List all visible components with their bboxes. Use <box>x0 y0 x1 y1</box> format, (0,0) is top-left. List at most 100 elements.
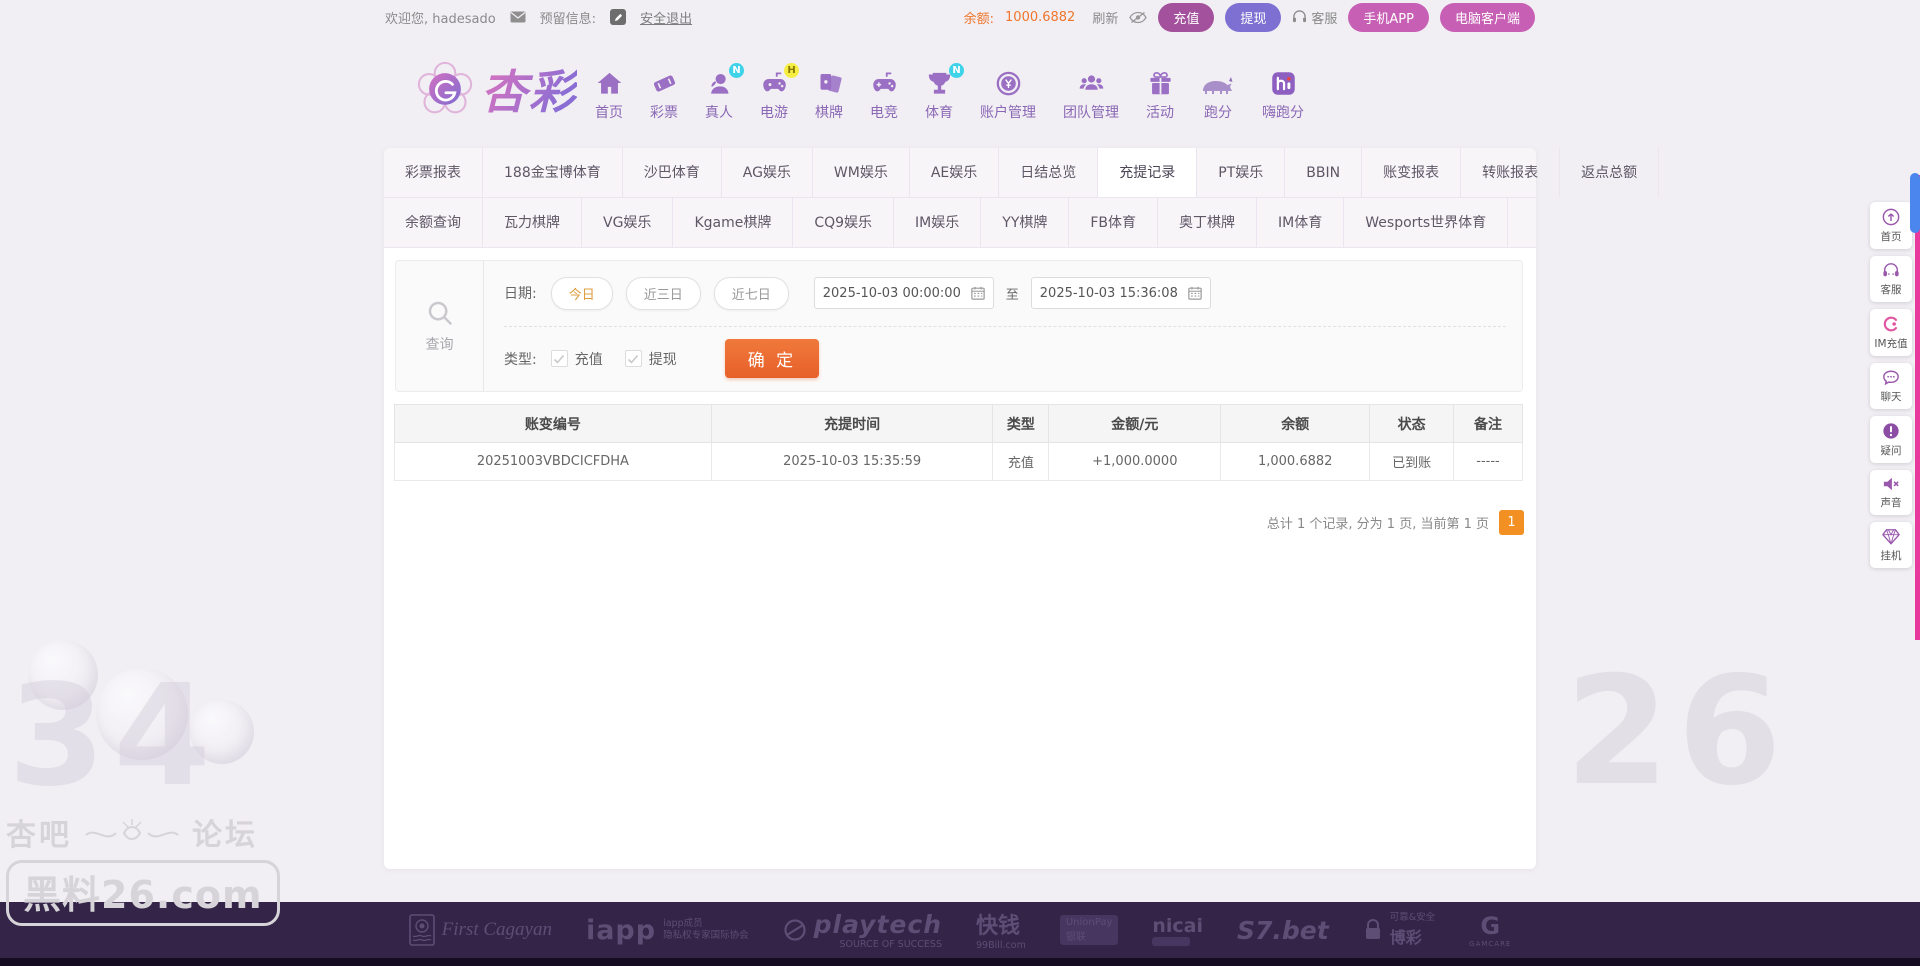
tab-ae[interactable]: AE娱乐 <box>910 148 1000 197</box>
tab-vg[interactable]: VG娱乐 <box>582 198 674 247</box>
table-row: 20251003VBDCICFDHA 2025-10-03 15:35:59 充… <box>394 442 1523 481</box>
type-label: 类型: <box>504 351 537 368</box>
tab-aoding-cards[interactable]: 奥丁棋牌 <box>1158 198 1258 247</box>
date-label: 日期: <box>504 286 537 303</box>
logout-link[interactable]: 安全退出 <box>640 8 692 27</box>
tab-shaba-sports[interactable]: 沙巴体育 <box>623 148 722 197</box>
refresh-link[interactable]: 刷新 <box>1092 8 1118 27</box>
query-label-text: 查询 <box>425 337 454 353</box>
pagination: 总计 1 个记录, 分为 1 页, 当前第 1 页 1 <box>1267 510 1524 535</box>
scrollbar-track[interactable] <box>1915 175 1920 640</box>
withdraw-checkbox-label[interactable]: 提现 <box>649 349 677 369</box>
calendar-icon[interactable] <box>1188 286 1202 300</box>
tab-rebate-total[interactable]: 返点总额 <box>1560 148 1660 197</box>
col-header-amount: 金额/元 <box>1048 404 1222 443</box>
unionpay-text: UnionPay <box>1065 917 1113 928</box>
tab-daily-summary[interactable]: 日结总览 <box>999 148 1099 197</box>
withdraw-checkbox[interactable] <box>624 350 642 368</box>
nav-item-live[interactable]: N 真人 <box>705 63 744 122</box>
tab-wesports[interactable]: Wesports世界体育 <box>1344 198 1509 247</box>
topbar: 欢迎您, hadesado 预留信息: 安全退出 余额: 1000.6882 刷… <box>385 0 1535 34</box>
nav-item-paofen[interactable]: 跑分 <box>1201 71 1235 122</box>
tab-balance-query[interactable]: 余额查询 <box>384 198 483 247</box>
nav-item-sports[interactable]: N 体育 <box>925 63 964 122</box>
site-logo[interactable]: 杏彩 <box>417 56 577 122</box>
pc-client-button[interactable]: 电脑客户端 <box>1439 2 1535 32</box>
tab-fb-sports[interactable]: FB体育 <box>1069 198 1159 247</box>
main-panel: 彩票报表 188金宝博体育 沙巴体育 AG娱乐 WM娱乐 AE娱乐 日结总览 充… <box>384 148 1660 869</box>
date-to-input[interactable]: 2025-10-03 15:36:08 <box>1030 277 1211 310</box>
nav-item-esports[interactable]: 电竞 <box>870 70 898 122</box>
live-person-icon <box>710 73 728 94</box>
deposit-checkbox[interactable] <box>550 350 568 368</box>
balance-value: 1000.6882 <box>1005 9 1076 25</box>
tab-cq9[interactable]: CQ9娱乐 <box>793 198 895 247</box>
col-header-time: 充提时间 <box>710 404 994 443</box>
tab-account-change-report[interactable]: 账变报表 <box>1362 148 1462 197</box>
sidebar-label: IM充值 <box>1874 338 1908 350</box>
tab-bbin[interactable]: BBIN <box>1285 148 1363 197</box>
cell-remark: ----- <box>1453 442 1523 481</box>
nav-item-promos[interactable]: 活动 <box>1146 70 1174 122</box>
nav-item-hi-paofen[interactable]: 嗨跑分 <box>1262 70 1304 122</box>
tabs-row-2: 余额查询 瓦力棋牌 VG娱乐 Kgame棋牌 CQ9娱乐 IM娱乐 YY棋牌 F… <box>384 198 1536 248</box>
deposit-checkbox-label[interactable]: 充值 <box>575 349 603 369</box>
tab-deposit-withdraw-records[interactable]: 充提记录 <box>1098 148 1198 197</box>
tab-transfer-report[interactable]: 转账报表 <box>1461 148 1561 197</box>
nav-item-account[interactable]: 账户管理 <box>980 70 1036 122</box>
team-icon <box>1079 75 1103 90</box>
tab-kgame[interactable]: Kgame棋牌 <box>673 198 794 247</box>
service-link[interactable]: 客服 <box>1292 8 1337 27</box>
withdraw-button[interactable]: 提现 <box>1225 2 1282 32</box>
nav-item-cards[interactable]: 棋牌 <box>815 70 843 122</box>
tab-188-sports[interactable]: 188金宝博体育 <box>483 148 623 197</box>
gamcare-g: G <box>1480 912 1501 940</box>
topbar-user-area: 欢迎您, hadesado 预留信息: 安全退出 <box>385 8 692 27</box>
sbet-logo: S7.bet <box>1237 916 1329 945</box>
sidebar-item-chat[interactable]: 聊天 <box>1870 363 1912 409</box>
hi-app-icon <box>1271 72 1295 95</box>
tab-wm[interactable]: WM娱乐 <box>813 148 910 197</box>
deposit-button[interactable]: 充值 <box>1158 2 1215 32</box>
service-label: 客服 <box>1311 11 1338 27</box>
sidebar-item-service[interactable]: 客服 <box>1870 256 1912 302</box>
lock-icon <box>1365 919 1380 939</box>
tab-wali-cards[interactable]: 瓦力棋牌 <box>483 198 582 247</box>
page-1-button[interactable]: 1 <box>1499 510 1524 535</box>
nav-item-team[interactable]: 团队管理 <box>1063 70 1119 122</box>
floating-sidebar: 首页 客服 IM充值 聊天 疑问 声音 挂机 <box>1870 202 1912 568</box>
tab-im-games[interactable]: IM娱乐 <box>894 198 982 247</box>
range-today[interactable]: 今日 <box>550 276 613 310</box>
nav-item-home[interactable]: 首页 <box>595 70 623 122</box>
calendar-icon[interactable] <box>971 286 985 300</box>
sidebar-item-question[interactable]: 疑问 <box>1870 416 1912 463</box>
iapp-text: iapp <box>585 914 657 946</box>
sidebar-label: 挂机 <box>1880 550 1902 562</box>
edit-icon[interactable] <box>610 9 627 25</box>
col-header-balance: 余额 <box>1220 404 1371 443</box>
range-3days[interactable]: 近三日 <box>625 276 701 310</box>
playtech-swirl-icon <box>784 919 806 941</box>
mobile-app-button[interactable]: 手机APP <box>1348 2 1429 32</box>
tab-lottery-report[interactable]: 彩票报表 <box>384 148 483 197</box>
tab-ag[interactable]: AG娱乐 <box>722 148 813 197</box>
tab-im-sports[interactable]: IM体育 <box>1257 198 1345 247</box>
nav-item-egames[interactable]: H 电游 <box>760 63 799 122</box>
cell-change-id: 20251003VBDCICFDHA <box>394 442 712 481</box>
sidebar-item-im-recharge[interactable]: IM充值 <box>1870 309 1912 356</box>
sidebar-item-home[interactable]: 首页 <box>1870 202 1912 249</box>
sidebar-item-hangup[interactable]: 挂机 <box>1870 522 1912 568</box>
tab-pt[interactable]: PT娱乐 <box>1197 148 1286 197</box>
confirm-button[interactable]: 确 定 <box>724 339 820 379</box>
cell-status: 已到账 <box>1369 442 1455 481</box>
footer: First Cagayan iapp iapp成员 隐私权专家国际协会 play… <box>0 902 1920 958</box>
sidebar-item-sound[interactable]: 声音 <box>1870 470 1912 515</box>
date-from-input[interactable]: 2025-10-03 00:00:00 <box>813 277 994 310</box>
scrollbar-thumb[interactable] <box>1910 173 1920 233</box>
col-header-remark: 备注 <box>1453 404 1523 443</box>
nav-item-lottery[interactable]: 彩票 <box>650 70 678 122</box>
eye-off-icon[interactable] <box>1129 11 1148 24</box>
envelope-icon[interactable] <box>510 11 526 23</box>
range-7days[interactable]: 近七日 <box>713 276 789 310</box>
tab-yy-cards[interactable]: YY棋牌 <box>981 198 1070 247</box>
